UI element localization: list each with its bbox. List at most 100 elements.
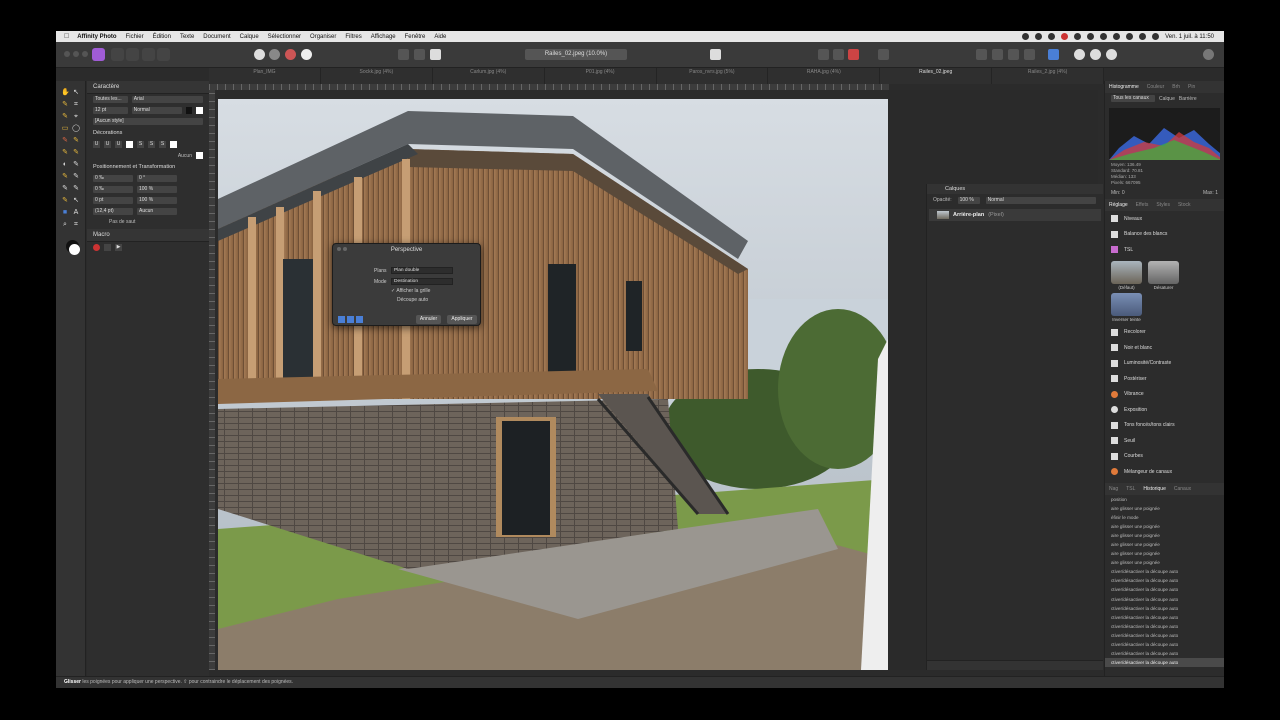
underline-color-swatch[interactable] <box>126 141 133 148</box>
channels-select[interactable]: Tous les canaux <box>1111 95 1155 102</box>
leading-field[interactable]: (12,4 pt) <box>93 208 133 215</box>
battery-icon[interactable] <box>1113 33 1121 40</box>
arrange-icon[interactable] <box>976 49 987 60</box>
auto-crop-checkbox[interactable]: Découpe auto <box>397 297 428 303</box>
liquify-persona-icon[interactable] <box>111 48 124 61</box>
menu-texte[interactable]: Texte <box>180 34 194 40</box>
red-eye-tool-icon[interactable]: ✎ <box>61 185 69 193</box>
arrange-icon[interactable] <box>992 49 1003 60</box>
history-item[interactable]: ctiver/désactiver la découpe auto <box>1105 604 1224 613</box>
tab-tsl[interactable]: TSL <box>1126 486 1135 492</box>
underline-button[interactable]: U <box>93 141 100 148</box>
adjustment-item[interactable]: Balance des blancs <box>1105 227 1224 243</box>
history-item[interactable]: aire glisser une poignée <box>1105 549 1224 558</box>
studio-link-icon[interactable] <box>1106 49 1117 60</box>
tab-channels[interactable]: Canaux <box>1174 486 1191 492</box>
tab-pin[interactable]: Pin <box>1188 84 1195 90</box>
menu-fenetre[interactable]: Fenêtre <box>405 34 426 40</box>
history-item[interactable]: ctiver/désactiver la découpe auto <box>1105 567 1224 576</box>
mode-select[interactable]: Destination <box>391 278 453 285</box>
menu-organiser[interactable]: Organiser <box>310 34 336 40</box>
record-icon[interactable] <box>93 244 100 251</box>
highlight-color-swatch[interactable] <box>196 107 203 114</box>
mask-icon[interactable] <box>430 49 441 60</box>
preset-desaturate[interactable]: Désaturer <box>1148 260 1179 290</box>
tracking-field[interactable]: 0 ‰ <box>93 186 133 193</box>
preset-default[interactable]: (Défaut) <box>1111 260 1142 290</box>
crop-tool-icon[interactable]: ⌗ <box>72 101 80 109</box>
menu-calque[interactable]: Calque <box>240 34 259 40</box>
view-mode-icon[interactable] <box>710 49 721 60</box>
auto-contrast-icon[interactable] <box>269 49 280 60</box>
arrange-icon[interactable] <box>1008 49 1019 60</box>
history-item[interactable]: aire glisser une poignée <box>1105 558 1224 567</box>
develop-persona-icon[interactable] <box>126 48 139 61</box>
history-item[interactable]: ctiver/désactiver la découpe auto <box>1105 631 1224 640</box>
decorations-section-title[interactable]: Décorations <box>87 127 209 139</box>
move-tool-icon[interactable]: ↖ <box>72 89 80 97</box>
macro-panel-title[interactable]: Macro <box>87 229 209 242</box>
tab-history[interactable]: Historique <box>1143 486 1166 492</box>
font-collection-select[interactable]: Toutes les... <box>93 96 128 103</box>
history-item[interactable]: aire glisser une poignée <box>1105 522 1224 531</box>
history-position[interactable]: position <box>1105 495 1224 504</box>
layer-toggle[interactable]: Calque <box>1159 96 1175 102</box>
preset-icon[interactable] <box>356 316 363 323</box>
rotation-field[interactable]: 0 ° <box>137 175 177 182</box>
selection-brush-icon[interactable]: ✎ <box>61 113 69 121</box>
underline-style-button[interactable]: U <box>115 141 122 148</box>
quick-mask-icon[interactable] <box>848 49 859 60</box>
app-status-icon[interactable] <box>1100 33 1108 40</box>
adjustment-item[interactable]: Vibrance <box>1105 387 1224 403</box>
menu-fichier[interactable]: Fichier <box>126 34 144 40</box>
blend-mode-select[interactable]: Normal <box>985 197 1096 204</box>
history-item[interactable]: aire glisser une poignée <box>1105 504 1224 513</box>
close-dialog-icon[interactable] <box>337 247 341 251</box>
cancel-button[interactable]: Annuler <box>416 315 441 324</box>
strike-style-button[interactable]: S <box>159 141 166 148</box>
gradient-tool-icon[interactable]: ✎ <box>72 149 80 157</box>
decoration-color-swatch[interactable] <box>196 152 203 159</box>
close-window-icon[interactable] <box>64 51 70 57</box>
smudge-tool-icon[interactable]: ✎ <box>72 173 80 181</box>
flood-select-icon[interactable]: ⌖ <box>72 113 80 121</box>
assistant-icon[interactable] <box>878 49 889 60</box>
app-status-icon[interactable] <box>1061 33 1069 40</box>
warnings-toggle[interactable]: Barrière <box>1179 96 1197 102</box>
adjustment-item[interactable]: Tons foncés/tons clairs <box>1105 418 1224 434</box>
document-canvas[interactable] <box>218 99 888 670</box>
tab-document[interactable]: P01.jpg (4%) <box>545 68 657 84</box>
minimize-dialog-icon[interactable] <box>343 247 347 251</box>
history-item[interactable]: ctiver/désactiver la découpe auto <box>1105 576 1224 585</box>
tone-mapping-persona-icon[interactable] <box>142 48 155 61</box>
double-underline-button[interactable]: U <box>104 141 111 148</box>
font-family-select[interactable]: Arial <box>131 96 203 103</box>
blemish-tool-icon[interactable]: ✎ <box>61 173 69 181</box>
adjustment-item[interactable]: Seuil <box>1105 433 1224 449</box>
tab-document[interactable]: Plan_IMG <box>209 68 321 84</box>
preset-icon[interactable] <box>347 316 354 323</box>
tab-brushes[interactable]: Brh <box>1172 84 1180 90</box>
auto-levels-icon[interactable] <box>254 49 265 60</box>
apply-button[interactable]: Appliquer <box>447 315 477 324</box>
layers-panel-title[interactable]: Calques <box>927 184 1103 194</box>
freehand-select-icon[interactable]: ◯ <box>72 125 80 133</box>
app-status-icon[interactable] <box>1022 33 1030 40</box>
control-center-icon[interactable] <box>1152 33 1160 40</box>
double-strike-button[interactable]: S <box>148 141 155 148</box>
align-icon[interactable] <box>1048 49 1059 60</box>
history-item[interactable]: aire glisser une poignée <box>1105 531 1224 540</box>
adjustment-item[interactable]: Noir et blanc <box>1105 340 1224 356</box>
app-status-icon[interactable] <box>1048 33 1056 40</box>
adjustment-item[interactable]: Luminosité/Contraste <box>1105 356 1224 372</box>
adjustment-item[interactable]: Recolorer <box>1105 325 1224 341</box>
tab-document[interactable]: Sockk.jpg (4%) <box>321 68 433 84</box>
font-size-field[interactable]: 12 pt <box>93 107 128 114</box>
photo-persona-icon[interactable] <box>92 48 105 61</box>
history-item[interactable]: éfinir le mode <box>1105 513 1224 522</box>
clock[interactable]: Ven. 1 juil. à 11:50 <box>1165 34 1214 40</box>
history-item[interactable]: ctiver/désactiver la découpe auto <box>1105 658 1224 668</box>
opacity-field[interactable]: 100 % <box>957 197 980 204</box>
history-item[interactable]: ctiver/désactiver la découpe auto <box>1105 585 1224 594</box>
auto-colors-icon[interactable] <box>285 49 296 60</box>
